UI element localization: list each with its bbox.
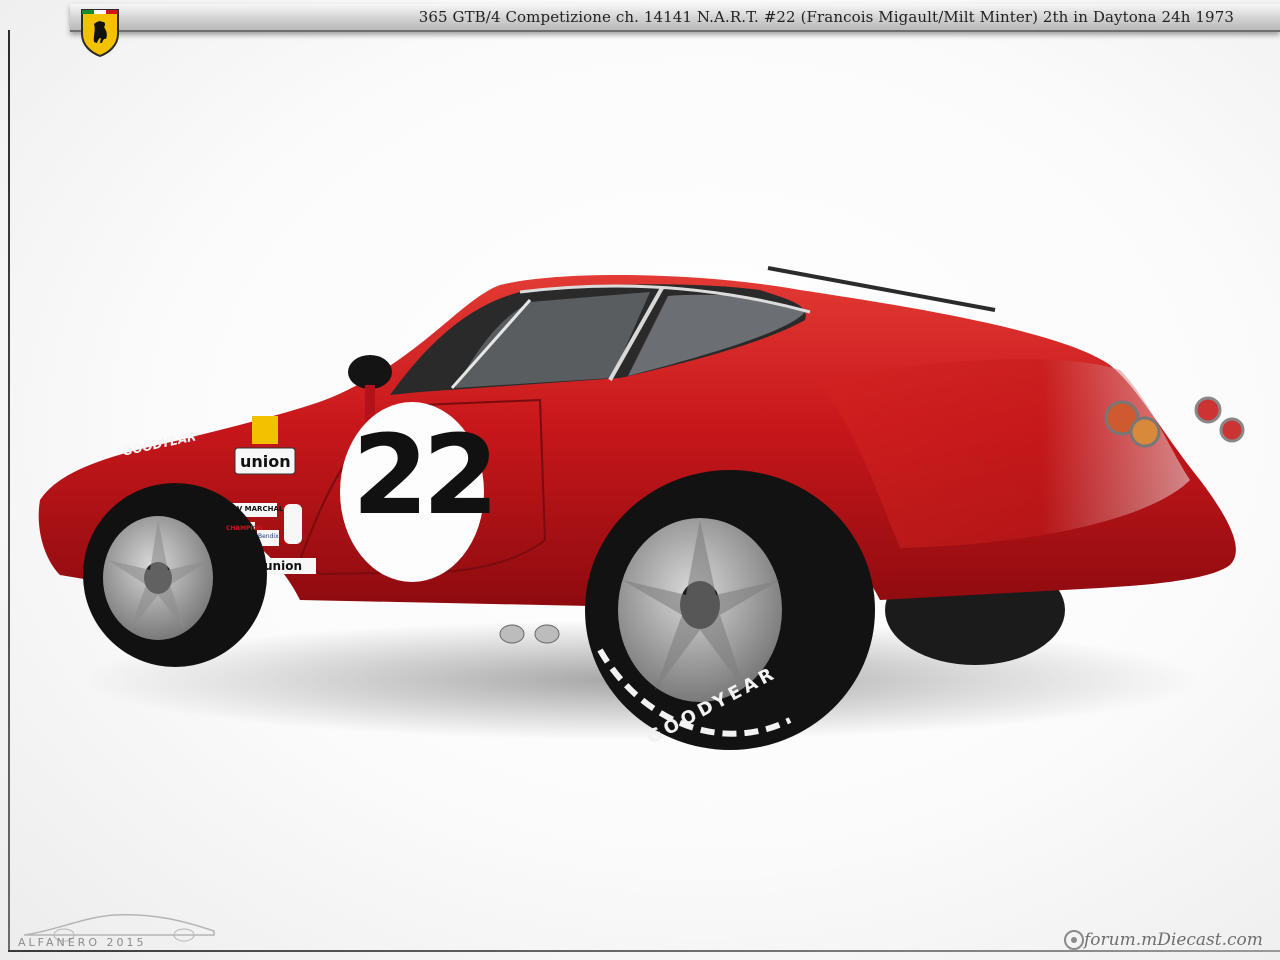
decal-champion: CHAMPION [226, 525, 263, 532]
watermark-right-text: forum.mDiecast.com [1084, 930, 1263, 950]
decal-prestolite: prestolite [218, 544, 256, 553]
decal-union-upper: union [240, 452, 291, 471]
decal-union-lower: union [264, 559, 302, 573]
race-number: 22 [352, 411, 499, 539]
decal-bendix: Bendix [258, 533, 279, 540]
car-photo [38, 266, 1245, 750]
decal-sev-marchal: SEV MARCHAL [227, 505, 284, 513]
watermark-left-text: ALFANERO 2015 [18, 936, 147, 949]
